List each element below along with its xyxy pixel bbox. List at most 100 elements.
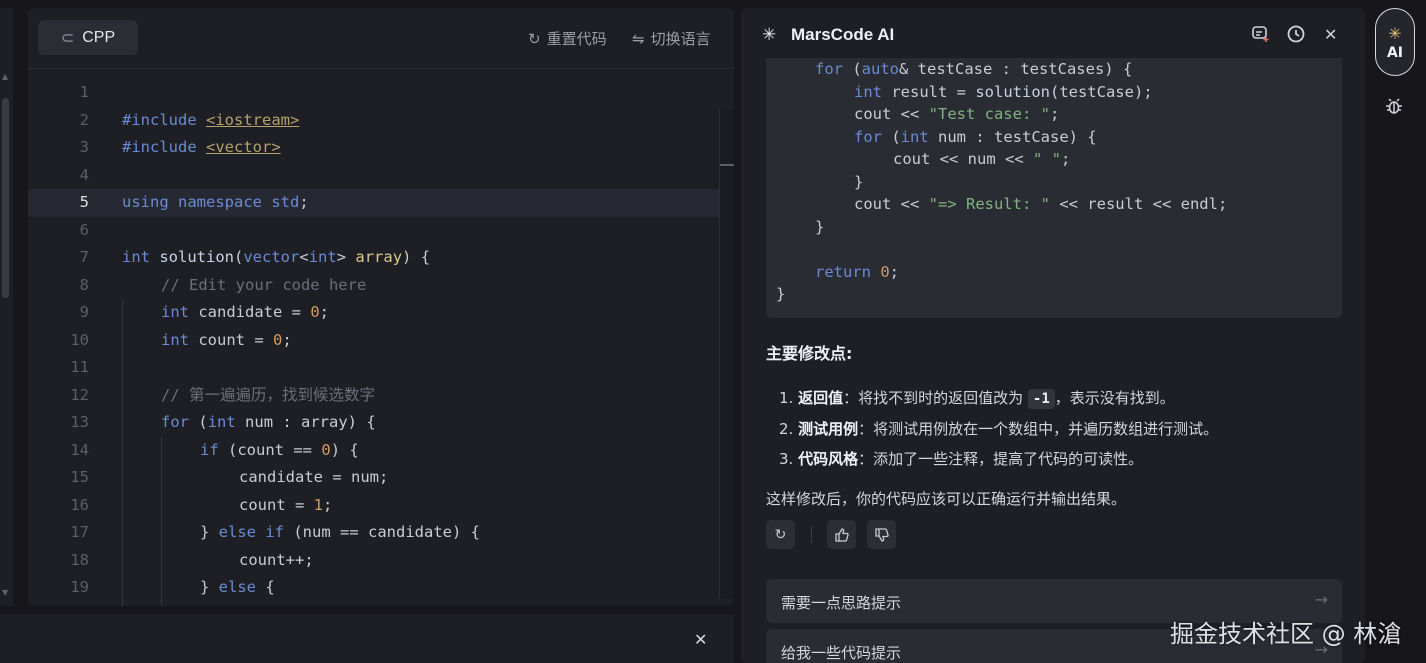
code-token: solution [159,248,234,266]
scroll-down-icon[interactable]: ▼ [2,588,8,597]
code-token: int [308,248,337,266]
ai-code-block[interactable]: for (auto& testCase : testCases) { int r… [766,58,1342,318]
code-line[interactable]: 14 if (count == 0) { [28,437,734,465]
code-token: else if [218,523,284,541]
code-line[interactable]: 9 int candidate = 0; [28,299,734,327]
code-line[interactable]: 8 // Edit your code here [28,272,734,300]
line-number: 10 [70,330,89,349]
code-string: "Test case: " [928,105,1050,123]
code-token: } [854,172,864,191]
code-token[interactable]: <iostream> [206,111,299,129]
code-editor-panel: ⊂ CPP ↻ 重置代码 ⇋ 切换语言 1 2 #include <iostrea… [28,8,734,606]
code-token: ( [198,413,208,431]
code-area[interactable]: 1 2 #include <iostream> 3 #include <vector… [28,69,734,606]
reset-code-button[interactable]: ↻ 重置代码 [528,28,607,49]
code-token: } [200,578,219,596]
code-token: for [854,127,882,146]
code-token: solution [975,82,1050,101]
thumbs-up-button[interactable] [827,520,856,549]
suggestion-label: 给我一些代码提示 [781,644,902,662]
code-line[interactable]: 15 candidate = num; [28,464,734,492]
thumbs-down-button[interactable] [867,520,896,549]
switch-language-button[interactable]: ⇋ 切换语言 [632,28,711,49]
code-token: < [299,248,309,266]
code-token: ) { [330,440,359,459]
line-number: 18 [70,550,89,569]
right-rail: ✳ AI [1372,8,1426,663]
switch-language-label: 切换语言 [650,30,711,48]
code-line[interactable]: 2 #include <iostream> [28,107,734,135]
code-token: ( [882,127,901,146]
code-token: ) { [402,248,431,266]
inline-code: -1 [1027,389,1055,409]
code-token: ; [319,303,330,321]
code-token: ( [843,60,862,78]
line-number: 15 [70,468,89,486]
code-token: candidate = [198,303,311,321]
code-comment: // Edit your code here [161,275,367,294]
code-token: return [815,262,871,281]
code-token: for [815,60,843,78]
code-token: int [122,248,150,266]
line-number: 8 [79,275,89,294]
language-tab-label: CPP [82,28,116,46]
code-line[interactable]: 6 [28,217,734,245]
summary-heading: 主要修改点: [766,344,853,363]
ai-assistant-panel: ✳ MarsCode AI ✕ for (auto& testCase : te… [741,8,1365,663]
ai-toggle-button[interactable]: ✳ AI [1375,8,1415,76]
code-token: int [161,330,189,349]
code-token: std [271,193,300,211]
language-tab[interactable]: ⊂ CPP [38,20,138,55]
ai-panel-title: MarsCode AI [791,25,895,44]
code-line[interactable]: 18 count++; [28,547,734,575]
code-token: 0 [321,440,331,459]
new-chat-icon[interactable] [1251,24,1271,49]
close-icon[interactable]: ✕ [694,630,707,649]
history-icon[interactable] [1286,24,1306,49]
code-token: (num == candidate) { [293,523,480,541]
regenerate-icon: ↻ [774,526,787,543]
code-line[interactable]: 3 #include <vector> [28,134,734,162]
summary-text: ：添加了一些注释，提高了代码的可读性。 [858,450,1144,468]
line-number: 17 [70,523,89,541]
left-scrollbar-thumb[interactable] [2,98,9,298]
code-line[interactable]: 4 [28,162,734,190]
code-token: ; [282,330,292,349]
left-scroll-strip[interactable]: ▲ ▼ [0,8,13,606]
code-token: & testCase : testCases) { [899,60,1133,78]
close-icon[interactable]: ✕ [1324,25,1337,44]
line-number: 2 [79,110,89,129]
code-line[interactable]: 17} else if (num == candidate) { [28,519,734,547]
bug-icon[interactable] [1384,96,1404,121]
code-line-active[interactable]: 5 using namespace std; [28,189,734,217]
scroll-up-icon[interactable]: ▲ [2,72,8,81]
code-line[interactable]: 11 [28,354,734,382]
code-token: using namespace [122,193,262,211]
code-line[interactable]: 10 int count = 0; [28,327,734,355]
line-number: 16 [70,495,89,514]
editor-scrollbar[interactable] [719,109,734,599]
refresh-icon: ↻ [528,29,541,48]
code-token: int [161,303,189,321]
code-token: int [854,82,882,101]
line-number: 14 [70,440,89,459]
code-token: } [815,217,825,236]
code-line[interactable]: 13 for (int num : array) { [28,409,734,437]
summary-number: 2. [779,420,794,438]
code-token: for [161,413,189,431]
code-line[interactable]: 12 // 第一遍遍历，找到候选数字 [28,382,734,410]
code-token: 0 [871,262,890,281]
code-line[interactable]: 19} else { [28,574,734,602]
reset-code-label: 重置代码 [546,30,607,48]
bottom-panel: ✕ [0,614,734,663]
line-number: 3 [79,138,89,156]
code-token[interactable]: <vector> [206,138,281,156]
summary-text: ：将测试用例放在一个数组中，并遍历数组进行测试。 [858,420,1219,438]
code-line[interactable]: 16 count = 1; [28,492,734,520]
regenerate-button[interactable]: ↻ [766,520,795,549]
code-token: vector [243,248,300,266]
arrow-right-icon: → [1314,590,1328,609]
code-line[interactable]: 7 int solution(vector<int> array) { [28,244,734,272]
ai-panel-header: ✳ MarsCode AI ✕ [741,8,1365,62]
code-line[interactable]: 1 [28,79,734,107]
